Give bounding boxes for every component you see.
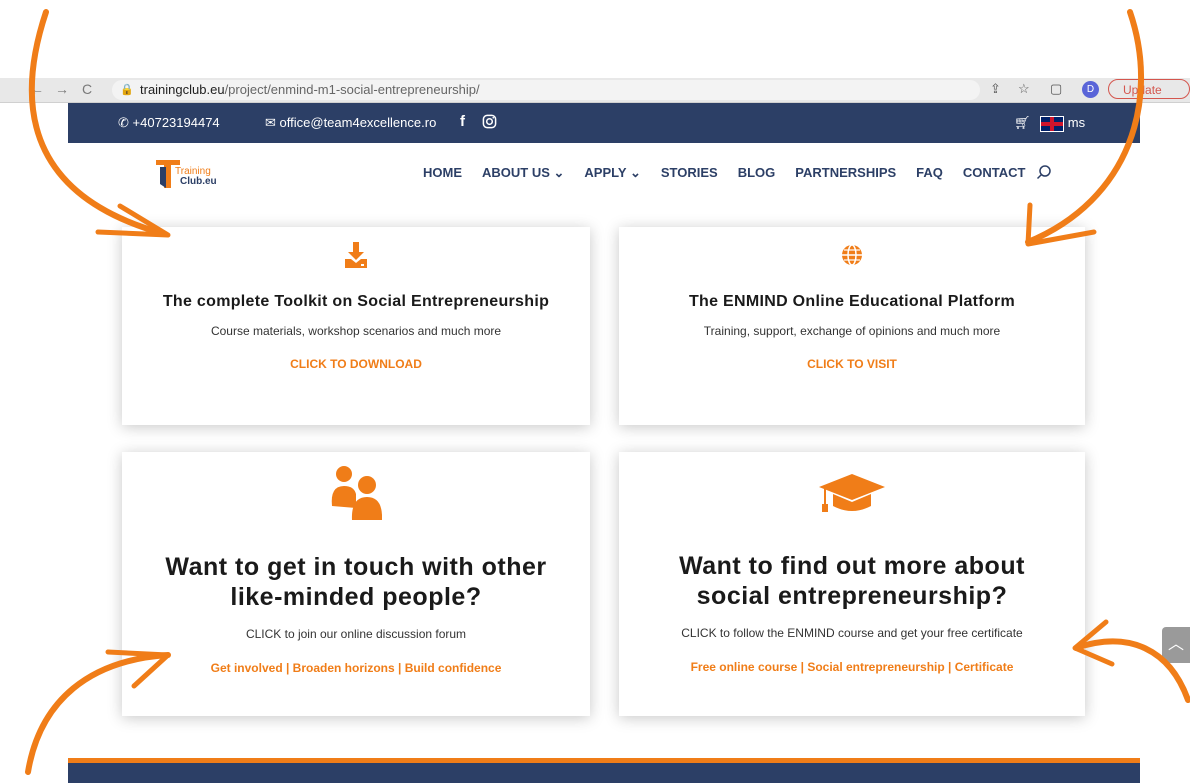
side-panel-icon[interactable]: ▢ [1050, 81, 1062, 97]
nav-partnerships[interactable]: PARTNERSHIPS [795, 165, 896, 181]
contact-bar: ✆ +40723194474 ✉ office@team4excellence.… [68, 103, 1140, 143]
platform-card[interactable]: The ENMIND Online Educational Platform T… [619, 227, 1085, 425]
facebook-icon[interactable]: f [460, 113, 465, 130]
nav-home[interactable]: HOME [423, 165, 462, 181]
lock-icon: 🔒 [120, 84, 134, 96]
phone-number: +40723194474 [132, 115, 220, 130]
email-address: office@team4excellence.ro [279, 115, 437, 130]
reload-icon[interactable]: C [82, 81, 92, 97]
chevron-down-icon: ⌄ [629, 165, 641, 180]
mail-icon: ✉ [265, 115, 276, 130]
graduation-cap-icon [619, 472, 1085, 521]
nav-apply-label: APPLY [584, 165, 627, 180]
card-description: Course materials, workshop scenarios and… [210, 324, 502, 338]
forward-icon[interactable]: → [55, 81, 69, 97]
nav-faq[interactable]: FAQ [916, 165, 943, 181]
browser-toolbar: ← → C 🔒 trainingclub.eu/project/enmind-m… [0, 78, 1190, 103]
site-footer [68, 758, 1140, 783]
nav-contact[interactable]: CONTACT [963, 165, 1026, 181]
download-link[interactable]: CLICK TO DOWNLOAD [122, 357, 590, 371]
toolkit-card[interactable]: The complete Toolkit on Social Entrepren… [122, 227, 590, 425]
visit-link[interactable]: CLICK TO VISIT [619, 357, 1085, 371]
globe-icon [619, 243, 1085, 272]
address-bar[interactable]: 🔒 trainingclub.eu/project/enmind-m1-soci… [112, 80, 980, 100]
profile-avatar[interactable]: D [1082, 81, 1099, 98]
site-header: Training Club.eu HOME ABOUT US ⌄ APPLY ⌄… [68, 143, 1140, 207]
site-logo[interactable]: Training Club.eu [154, 156, 224, 195]
download-icon [122, 241, 590, 274]
nav-apply[interactable]: APPLY ⌄ [584, 165, 640, 181]
people-icon [122, 464, 590, 527]
language-switcher[interactable]: 🛒︎ ms [1014, 115, 1085, 132]
instagram-icon[interactable] [482, 114, 497, 132]
heading-line-2: social entrepreneurship? [696, 582, 1008, 610]
heading-line-1: Want to get in touch with other [165, 553, 547, 581]
phone-icon: ✆ [118, 115, 129, 130]
chevron-up-icon: ︿ [1167, 636, 1184, 653]
cart-icon[interactable]: 🛒︎ [1014, 115, 1031, 130]
logo-line2: Club.eu [180, 176, 217, 187]
card-title: The complete Toolkit on Social Entrepren… [162, 293, 550, 310]
update-button[interactable]: Update [1108, 79, 1190, 99]
card-title: The ENMIND Online Educational Platform [688, 293, 1016, 310]
nav-about-us[interactable]: ABOUT US ⌄ [482, 165, 564, 181]
url-domain: trainingclub.eu [140, 82, 225, 97]
community-card[interactable]: Want to get in touch with other like-min… [122, 452, 590, 716]
scroll-to-top-button[interactable]: ︿ [1162, 627, 1190, 663]
card-description: Training, support, exchange of opinions … [703, 324, 1001, 338]
web-page: ✆ +40723194474 ✉ office@team4excellence.… [68, 103, 1140, 783]
heading-line-2: like-minded people? [230, 583, 482, 611]
card-heading: Want to find out more about social entre… [619, 551, 1085, 611]
bookmark-star-icon[interactable]: ☆ [1018, 81, 1030, 97]
language-label: ms [1067, 115, 1086, 130]
search-icon[interactable] [1036, 164, 1052, 185]
main-nav: HOME ABOUT US ⌄ APPLY ⌄ STORIES BLOG PAR… [423, 165, 1046, 181]
phone-link[interactable]: ✆ +40723194474 [118, 115, 220, 131]
card-heading: Want to get in touch with other like-min… [122, 552, 590, 612]
uk-flag-icon [1040, 115, 1065, 132]
card-description: CLICK to join our online discussion foru… [245, 627, 467, 641]
nav-stories[interactable]: STORIES [661, 165, 718, 181]
nav-about-us-label: ABOUT US [482, 165, 550, 180]
forum-links[interactable]: Get involved | Broaden horizons | Build … [122, 661, 590, 675]
card-description: CLICK to follow the ENMIND course and ge… [681, 626, 1023, 640]
heading-line-1: Want to find out more about [679, 552, 1025, 580]
back-icon[interactable]: ← [30, 81, 44, 97]
email-link[interactable]: ✉ office@team4excellence.ro [265, 115, 436, 131]
course-links[interactable]: Free online course | Social entrepreneur… [619, 660, 1085, 674]
course-card[interactable]: Want to find out more about social entre… [619, 452, 1085, 716]
nav-blog[interactable]: BLOG [738, 165, 776, 181]
url-path: /project/enmind-m1-social-entrepreneursh… [224, 82, 480, 97]
chevron-down-icon: ⌄ [553, 165, 565, 180]
share-icon[interactable]: ⇪ [990, 81, 1001, 97]
